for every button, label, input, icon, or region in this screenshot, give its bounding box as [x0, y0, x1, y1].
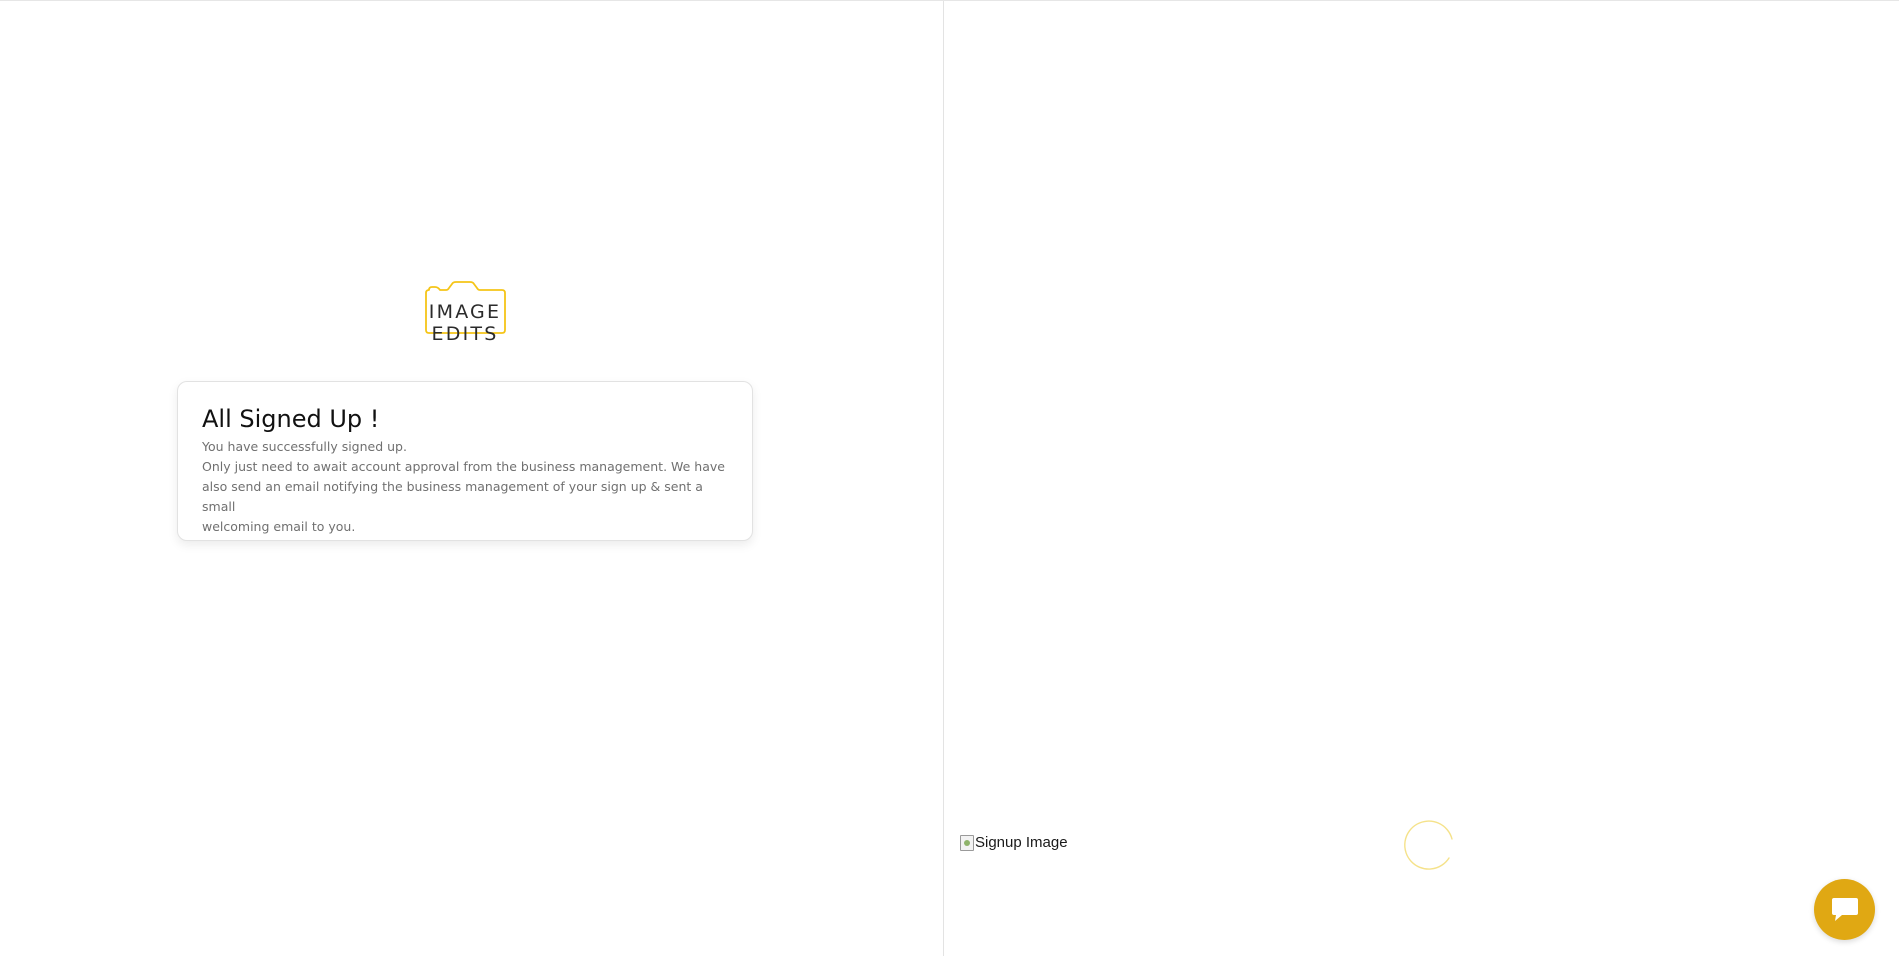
left-pane: IMAGE EDITS All Signed Up ! You have suc… [0, 1, 943, 956]
chat-widget-button[interactable] [1814, 879, 1875, 940]
brand-logo: IMAGE EDITS [392, 281, 538, 345]
chat-bubble-icon [1831, 897, 1858, 921]
broken-image-icon [960, 834, 974, 851]
logo-text: IMAGE EDITS [428, 301, 502, 345]
signup-complete-page: IMAGE EDITS All Signed Up ! You have suc… [0, 0, 1899, 956]
right-pane: Signup Image [944, 1, 1899, 956]
card-title: All Signed Up ! [202, 405, 380, 433]
signup-image-alt-text: Signup Image [975, 834, 1068, 851]
card-message-line: You have successfully signed up. [202, 439, 407, 454]
signup-success-card: All Signed Up ! You have successfully si… [177, 381, 753, 541]
card-message-line: also send an email notifying the busines… [202, 479, 703, 514]
card-message-line: Only just need to await account approval… [202, 459, 725, 474]
card-message-line: welcoming email to you. [202, 519, 356, 534]
signup-image: Signup Image [960, 834, 1068, 851]
loading-spinner-icon [1404, 820, 1453, 870]
